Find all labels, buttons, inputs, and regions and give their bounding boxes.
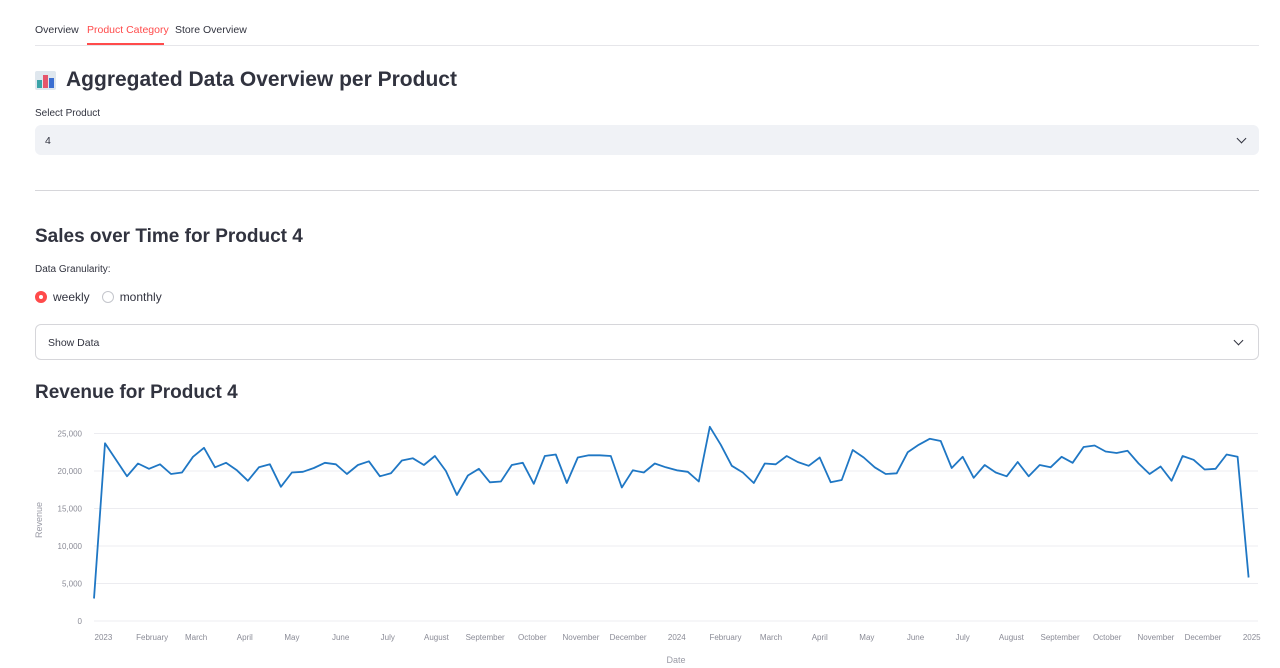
x-tick-label: October <box>1093 633 1122 642</box>
tab-bar: Overview Product Category Store Overview <box>35 16 1259 46</box>
x-tick-label: December <box>1185 633 1222 642</box>
select-product-label: Select Product <box>35 108 101 119</box>
show-data-expander[interactable]: Show Data <box>35 324 1259 360</box>
product-select-value: 4 <box>45 135 51 147</box>
y-axis-label: Revenue <box>34 502 44 538</box>
radio-monthly[interactable] <box>101 291 114 303</box>
y-tick-label: 20,000 <box>58 467 83 476</box>
x-axis-label: Date <box>666 655 685 665</box>
x-tick-label: November <box>563 633 600 642</box>
x-tick-label: August <box>424 633 450 642</box>
expander-label: Show Data <box>48 337 100 349</box>
page-title: Aggregated Data Overview per Product <box>66 68 457 91</box>
active-tab-indicator <box>87 43 164 45</box>
divider <box>35 190 1259 191</box>
x-tick-label: June <box>907 633 925 642</box>
x-tick-label: February <box>709 633 741 642</box>
x-tick-label: October <box>518 633 547 642</box>
x-tick-label: September <box>1041 633 1080 642</box>
x-tick-label: February <box>136 633 168 642</box>
page: Overview Product Category Store Overview… <box>0 0 1280 668</box>
sales-section-title: Sales over Time for Product 4 <box>35 226 303 247</box>
x-tick-label: 2024 <box>668 633 686 642</box>
y-tick-label: 5,000 <box>62 580 83 589</box>
y-tick-label: 15,000 <box>58 505 83 514</box>
tab-product-category[interactable]: Product Category <box>87 24 169 36</box>
radio-weekly[interactable] <box>35 291 47 303</box>
x-tick-label: May <box>859 633 874 642</box>
x-tick-label: September <box>466 633 505 642</box>
x-tick-label: November <box>1137 633 1174 642</box>
bar-chart-emoji-icon <box>35 70 56 90</box>
y-tick-label: 10,000 <box>58 542 83 551</box>
x-tick-label: July <box>381 633 395 642</box>
x-tick-label: 2023 <box>95 633 113 642</box>
chevron-down-icon <box>1236 133 1247 144</box>
x-tick-label: May <box>284 633 299 642</box>
revenue-chart: 0 5,000 10,000 15,000 20,000 25,000 2023 Febru… <box>34 425 1261 665</box>
x-tick-label: July <box>956 633 970 642</box>
radio-monthly-label[interactable]: monthly <box>120 290 162 304</box>
radio-weekly-label[interactable]: weekly <box>53 290 90 304</box>
granularity-radio-group: weekly monthly <box>35 290 174 304</box>
page-header: Aggregated Data Overview per Product <box>35 68 457 92</box>
x-tick-label: December <box>610 633 647 642</box>
x-tick-label: August <box>999 633 1025 642</box>
x-tick-label: April <box>237 633 253 642</box>
revenue-line-series <box>93 425 1250 599</box>
chevron-down-icon <box>1233 335 1244 346</box>
y-tick-label: 25,000 <box>58 430 83 439</box>
chart-section-title: Revenue for Product 4 <box>35 382 238 403</box>
y-tick-label: 0 <box>78 617 83 626</box>
x-tick-label: June <box>332 633 350 642</box>
x-tick-label: March <box>760 633 782 642</box>
x-tick-label: 2025 <box>1243 633 1261 642</box>
product-select[interactable]: 4 <box>35 125 1259 155</box>
x-tick-label: March <box>185 633 207 642</box>
tab-overview[interactable]: Overview <box>35 24 79 36</box>
tab-store-overview[interactable]: Store Overview <box>175 24 247 36</box>
granularity-label: Data Granularity: <box>35 264 111 275</box>
x-tick-label: April <box>812 633 828 642</box>
